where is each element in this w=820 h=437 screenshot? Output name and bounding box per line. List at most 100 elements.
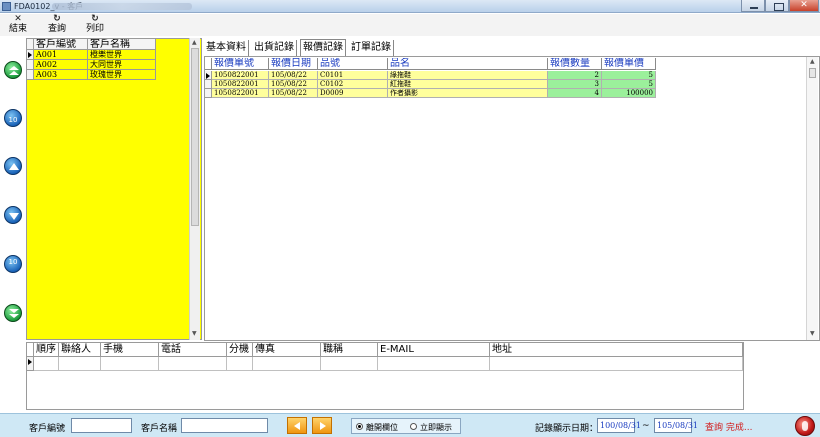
close-icon: ✕ [800, 0, 808, 10]
customer-name-input[interactable] [181, 418, 268, 433]
scroll-down-icon[interactable]: ▼ [192, 330, 197, 337]
col-customer-name[interactable]: 客戶名稱 [88, 39, 156, 50]
col-phone[interactable]: 電話 [159, 343, 227, 357]
quote-qty-cell[interactable]: 4 [548, 89, 602, 98]
col-seq[interactable]: 順序 [34, 343, 59, 357]
quote-no-cell[interactable]: 1050822001 [212, 89, 269, 98]
last-record-button[interactable] [4, 304, 22, 322]
exit-button[interactable]: ✕ 結束 [4, 15, 32, 35]
contact-cell[interactable] [59, 357, 101, 371]
window-close-button[interactable]: ✕ [789, 0, 819, 12]
prev-record-button[interactable] [4, 157, 22, 175]
next-10-label: 10 [8, 258, 18, 266]
tab-quote-records[interactable]: 報價記錄 [300, 39, 346, 56]
col-ext[interactable]: 分機 [227, 343, 253, 357]
contacts-grid[interactable]: 順序 聯絡人 手機 電話 分機 傳真 職稱 E-MAIL 地址 [26, 342, 744, 410]
contact-cell[interactable] [490, 357, 743, 371]
contact-cell[interactable] [34, 357, 59, 371]
quote-no-cell[interactable]: 1050822001 [212, 71, 269, 80]
customer-id-cell[interactable]: A001 [34, 50, 88, 60]
minimize-button[interactable] [741, 0, 765, 12]
radio-leave-field-label[interactable]: 離開欄位 [366, 422, 398, 433]
scroll-up-icon[interactable]: ▲ [192, 39, 197, 46]
item-no-cell[interactable]: C0102 [318, 80, 388, 89]
search-mode-group: 離開欄位 立即顯示 [351, 418, 461, 434]
radio-instant[interactable] [410, 423, 417, 430]
customer-id-cell[interactable]: A003 [34, 70, 88, 80]
scroll-thumb[interactable] [191, 48, 199, 226]
customer-grid-scrollbar[interactable]: ▲ ▼ [189, 38, 200, 340]
prev-10-button[interactable]: 10 [4, 109, 22, 127]
grid-corner [27, 343, 34, 357]
col-title[interactable]: 職稱 [321, 343, 378, 357]
customer-id-cell[interactable]: A002 [34, 60, 88, 70]
quote-qty-cell[interactable]: 3 [548, 80, 602, 89]
col-customer-id[interactable]: 客戶編號 [34, 39, 88, 50]
col-email[interactable]: E-MAIL [378, 343, 490, 357]
contact-cell[interactable] [227, 357, 253, 371]
quote-price-cell[interactable]: 5 [602, 71, 656, 80]
grid-corner [205, 58, 212, 70]
next-record-button[interactable] [4, 206, 22, 224]
col-quote-qty[interactable]: 報價數量 [548, 58, 602, 70]
radio-leave-field[interactable] [356, 423, 363, 430]
title-bar: FDA0102_v - 客戶 ✕ [0, 0, 820, 13]
col-quote-price[interactable]: 報價單價 [602, 58, 656, 70]
item-name-cell[interactable]: 紅拖鞋 [388, 80, 548, 89]
scroll-up-icon[interactable]: ▲ [810, 58, 815, 65]
maximize-button[interactable] [765, 0, 789, 12]
quote-qty-cell[interactable]: 2 [548, 71, 602, 80]
up-arrow-icon [9, 163, 19, 170]
search-prev-button[interactable] [287, 417, 307, 434]
col-item-name[interactable]: 品名 [388, 58, 548, 70]
customer-name-cell[interactable]: 玫瑰世界 [88, 70, 156, 80]
quote-date-cell[interactable]: 105/08/22 [269, 89, 318, 98]
radio-instant-label[interactable]: 立即顯示 [420, 422, 452, 433]
item-no-cell[interactable]: D0009 [318, 89, 388, 98]
date-separator: ~ [642, 421, 650, 431]
quote-date-cell[interactable]: 105/08/22 [269, 80, 318, 89]
customer-grid[interactable]: 客戶編號 客戶名稱 A001 橙樂世界 A002 大同世界 A003 玫瑰世界 [26, 38, 202, 340]
scroll-thumb[interactable] [809, 68, 816, 78]
col-quote-no[interactable]: 報價單號 [212, 58, 269, 70]
quote-no-cell[interactable]: 1050822001 [212, 80, 269, 89]
tab-basic-info[interactable]: 基本資料 [204, 40, 249, 56]
search-next-button[interactable] [312, 417, 332, 434]
item-name-cell[interactable]: 綠拖鞋 [388, 71, 548, 80]
customer-name-cell[interactable]: 橙樂世界 [88, 50, 156, 60]
customer-name-cell[interactable]: 大同世界 [88, 60, 156, 70]
quote-price-cell[interactable]: 100000 [602, 89, 656, 98]
first-record-button[interactable] [4, 61, 22, 79]
tab-order-records[interactable]: 訂單記錄 [349, 40, 394, 56]
contact-cell[interactable] [101, 357, 159, 371]
customer-name-label: 客戶名稱 [141, 424, 178, 434]
col-mobile[interactable]: 手機 [101, 343, 159, 357]
date-range-label: 記錄顯示日期： [535, 424, 599, 434]
date-to-input[interactable]: 105/08/31 [654, 418, 698, 433]
refresh-icon: ↻ [91, 14, 99, 24]
col-address[interactable]: 地址 [490, 343, 743, 357]
col-contact[interactable]: 聯絡人 [59, 343, 101, 357]
contact-cell[interactable] [378, 357, 490, 371]
print-button[interactable]: ↻ 列印 [81, 15, 109, 35]
customer-id-label: 客戶編號 [29, 424, 66, 434]
exit-button-label: 結束 [8, 24, 27, 34]
col-item-no[interactable]: 品號 [318, 58, 388, 70]
quote-grid-scrollbar[interactable]: ▲ ▼ [806, 57, 818, 340]
quote-price-cell[interactable]: 5 [602, 80, 656, 89]
quote-date-cell[interactable]: 105/08/22 [269, 71, 318, 80]
col-quote-date[interactable]: 報價日期 [269, 58, 318, 70]
next-10-button[interactable]: 10 [4, 255, 22, 273]
scroll-down-icon[interactable]: ▼ [810, 330, 815, 337]
query-button[interactable]: ↻ 查詢 [43, 15, 71, 35]
tab-shipping-records[interactable]: 出貨記錄 [252, 40, 297, 56]
date-from-input[interactable]: 100/08/31 [597, 418, 641, 433]
close-icon: ✕ [14, 14, 22, 24]
contact-cell[interactable] [253, 357, 321, 371]
col-fax[interactable]: 傳真 [253, 343, 321, 357]
contact-cell[interactable] [159, 357, 227, 371]
item-name-cell[interactable]: 作者攝影 [388, 89, 548, 98]
customer-id-input[interactable] [71, 418, 132, 433]
item-no-cell[interactable]: C0101 [318, 71, 388, 80]
contact-cell[interactable] [321, 357, 378, 371]
